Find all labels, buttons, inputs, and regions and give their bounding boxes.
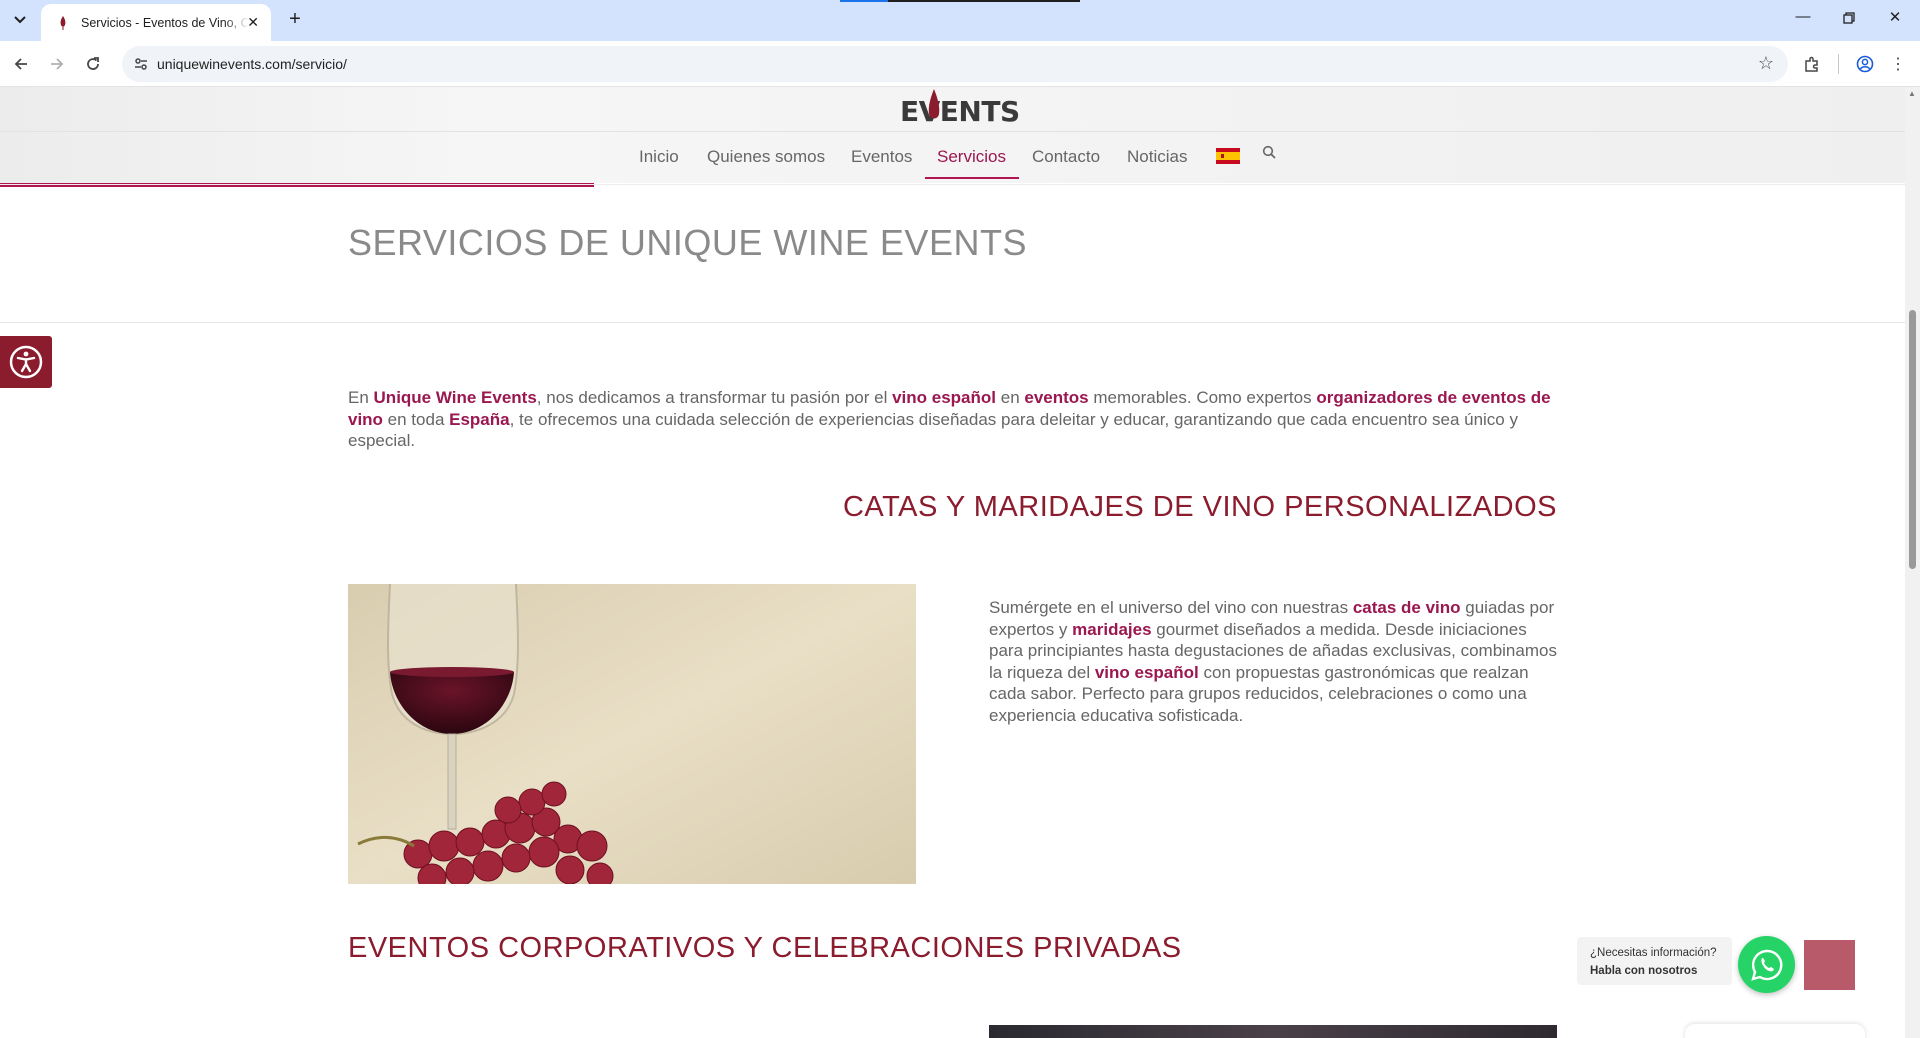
- new-tab-icon[interactable]: +: [283, 8, 307, 31]
- close-icon[interactable]: ✕: [247, 14, 259, 31]
- page-scrollbar[interactable]: ▲: [1905, 87, 1920, 1038]
- corner-widget[interactable]: [1685, 1024, 1865, 1038]
- accessibility-icon: [9, 345, 43, 379]
- intro-text: en: [996, 388, 1025, 407]
- toolbar-separator: [1838, 54, 1839, 74]
- reload-icon[interactable]: [81, 52, 105, 76]
- whatsapp-line1: ¿Necesitas información?: [1590, 947, 1717, 959]
- header-bottom-border: [0, 184, 1905, 185]
- menu-item-inicio[interactable]: Inicio: [639, 135, 679, 179]
- site-header: EVENTS Inicio Quienes somos Eventos Serv…: [0, 87, 1905, 183]
- main-menu: Inicio Quienes somos Eventos Servicios C…: [0, 135, 1905, 179]
- intro-text: memorables. Como expertos: [1088, 388, 1317, 407]
- link-catas-de-vino[interactable]: catas de vino: [1353, 598, 1461, 617]
- link-vino-espanol[interactable]: vino español: [892, 388, 996, 407]
- extensions-icon[interactable]: [1800, 52, 1824, 76]
- intro-text: , te ofrecemos una cuidada selección de …: [348, 409, 1518, 451]
- minimize-icon[interactable]: —: [1788, 8, 1818, 32]
- back-icon[interactable]: [9, 52, 33, 76]
- scrollbar-thumb[interactable]: [1909, 310, 1916, 569]
- whatsapp-button[interactable]: [1738, 936, 1795, 993]
- accessibility-button[interactable]: [0, 336, 52, 388]
- address-bar[interactable]: uniquewinevents.com/servicio/ ☆: [122, 46, 1788, 82]
- section-heading-eventos-corporativos: EVENTOS CORPORATIVOS Y CELEBRACIONES PRI…: [348, 932, 1182, 964]
- search-icon[interactable]: [1262, 145, 1276, 163]
- link-unique-wine-events[interactable]: Unique Wine Events: [374, 388, 537, 407]
- menu-item-noticias[interactable]: Noticias: [1127, 135, 1187, 179]
- whatsapp-help-bubble[interactable]: ¿Necesitas información? Habla con nosotr…: [1577, 937, 1732, 985]
- tab-list-icon[interactable]: [9, 9, 31, 31]
- spain-flag-icon[interactable]: [1216, 148, 1240, 164]
- link-vino-espanol-2[interactable]: vino español: [1095, 663, 1199, 682]
- scroll-top-button[interactable]: [1804, 940, 1855, 990]
- intro-text: , nos dedicamos a transformar tu pasión …: [536, 388, 893, 407]
- corporate-event-image: [989, 1025, 1557, 1038]
- intro-text: En: [348, 388, 374, 407]
- browser-tab[interactable]: Servicios - Eventos de Vino, Catas ✕: [41, 4, 271, 41]
- tabstrip-accent: [840, 0, 888, 2]
- catas-paragraph: Sumérgete en el universo del vino con nu…: [989, 597, 1559, 726]
- link-eventos[interactable]: eventos: [1024, 388, 1088, 407]
- profile-icon[interactable]: [1853, 52, 1877, 76]
- tab-strip: Servicios - Eventos de Vino, Catas ✕ + —…: [0, 0, 1920, 41]
- wine-favicon: [55, 15, 71, 31]
- site-logo[interactable]: EVENTS: [900, 87, 1020, 131]
- catas-text: Sumérgete en el universo del vino con nu…: [989, 598, 1353, 617]
- menu-item-servicios[interactable]: Servicios: [937, 135, 1006, 179]
- url-text[interactable]: uniquewinevents.com/servicio/: [157, 56, 347, 72]
- whatsapp-icon: [1750, 949, 1782, 981]
- link-maridajes[interactable]: maridajes: [1072, 620, 1151, 639]
- page-title: SERVICIOS DE UNIQUE WINE EVENTS: [348, 222, 1027, 263]
- bookmark-star-icon[interactable]: ☆: [1758, 53, 1774, 74]
- window-close-icon[interactable]: ✕: [1880, 8, 1910, 32]
- site-info-icon[interactable]: [133, 56, 149, 72]
- section-heading-catas: CATAS Y MARIDAJES DE VINO PERSONALIZADOS: [842, 491, 1557, 523]
- menu-item-contacto[interactable]: Contacto: [1032, 135, 1100, 179]
- tab-title: Servicios - Eventos de Vino, Catas: [81, 15, 249, 30]
- restore-icon[interactable]: [1834, 8, 1864, 32]
- browser-toolbar: uniquewinevents.com/servicio/ ☆ ⋮: [0, 41, 1920, 87]
- whatsapp-line2: Habla con nosotros: [1590, 965, 1698, 977]
- link-espana[interactable]: España: [449, 410, 509, 429]
- title-divider: [0, 322, 1905, 323]
- scroll-up-arrow[interactable]: ▲: [1908, 89, 1916, 98]
- header-divider: [0, 131, 1905, 132]
- kebab-menu-icon[interactable]: ⋮: [1886, 52, 1910, 76]
- menu-item-eventos[interactable]: Eventos: [851, 135, 912, 179]
- intro-paragraph: En Unique Wine Events, nos dedicamos a t…: [348, 387, 1558, 452]
- tabstrip-accent-dark: [888, 0, 1080, 2]
- wine-drop-icon: [928, 89, 940, 119]
- page-viewport: EVENTS Inicio Quienes somos Eventos Serv…: [0, 87, 1905, 1038]
- active-menu-underline: [925, 177, 1019, 179]
- menu-item-quienes-somos[interactable]: Quienes somos: [707, 135, 825, 179]
- logo-text: EVENTS: [900, 95, 1020, 128]
- intro-text: en toda: [382, 409, 450, 429]
- forward-icon[interactable]: [45, 52, 69, 76]
- wine-glass-grapes-image: [348, 584, 916, 884]
